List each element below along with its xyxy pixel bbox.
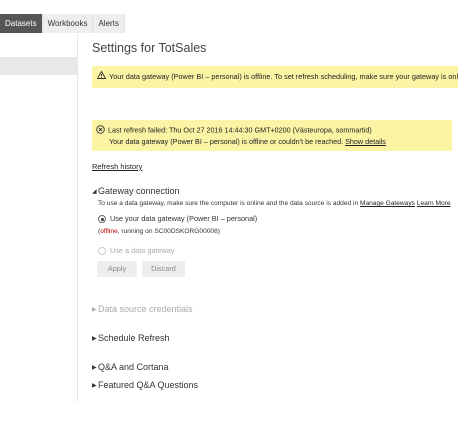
featured-title: Featured Q&A Questions bbox=[98, 380, 199, 390]
warning-text: Your data gateway (Power BI – personal) … bbox=[109, 72, 458, 81]
offline-status: offline bbox=[100, 228, 118, 235]
option-personal-gateway[interactable]: Use your data gateway (Power BI – person… bbox=[98, 214, 258, 224]
gateway-connection-header[interactable]: ◢Gateway connection bbox=[92, 186, 180, 196]
qna-title: Q&A and Cortana bbox=[98, 362, 169, 372]
tab-alerts[interactable]: Alerts bbox=[93, 14, 125, 33]
schedule-refresh-header[interactable]: ▶Schedule Refresh bbox=[92, 333, 170, 343]
show-details-link[interactable]: Show details bbox=[345, 137, 386, 146]
qna-cortana-header[interactable]: ▶Q&A and Cortana bbox=[92, 362, 169, 372]
page-title: Settings for TotSales bbox=[92, 41, 207, 55]
sidebar-divider bbox=[77, 34, 78, 402]
option-personal-label: Use your data gateway (Power BI – person… bbox=[110, 214, 258, 223]
discard-button[interactable]: Discard bbox=[142, 261, 185, 277]
error-circle-icon bbox=[96, 125, 105, 136]
sidebar-item-selected[interactable] bbox=[0, 57, 77, 75]
option-data-label: Use a data gateway bbox=[110, 246, 175, 255]
status-machine: , running on SC00DSKORG00008) bbox=[117, 228, 220, 235]
refresh-history-link[interactable]: Refresh history bbox=[92, 162, 142, 171]
gateway-description: To use a data gateway, make sure the com… bbox=[98, 200, 451, 207]
tab-datasets[interactable]: Datasets bbox=[0, 14, 43, 33]
error-line-2: Your data gateway (Power BI – personal) … bbox=[109, 137, 344, 146]
warning-icon bbox=[96, 66, 107, 88]
tab-bar: Datasets Workbooks Alerts bbox=[0, 14, 125, 33]
gateway-status: (offline, running on SC00DSKORG00008) bbox=[98, 228, 220, 235]
radio-data-gateway[interactable] bbox=[98, 247, 106, 256]
schedule-title: Schedule Refresh bbox=[98, 333, 170, 343]
gateway-offline-warning: Your data gateway (Power BI – personal) … bbox=[92, 66, 458, 88]
learn-more-link[interactable]: Learn More bbox=[417, 200, 451, 207]
manage-gateways-link[interactable]: Manage Gateways bbox=[360, 200, 415, 207]
featured-qna-header[interactable]: ▶Featured Q&A Questions bbox=[92, 380, 198, 390]
data-source-credentials-header[interactable]: ▶Data source credentials bbox=[92, 304, 193, 314]
radio-personal-gateway[interactable] bbox=[98, 215, 106, 224]
apply-button[interactable]: Apply bbox=[97, 261, 137, 277]
data-source-title: Data source credentials bbox=[98, 304, 193, 314]
refresh-error-banner: Last refresh failed: Thu Oct 27 2016 14:… bbox=[92, 120, 452, 151]
option-data-gateway[interactable]: Use a data gateway bbox=[98, 246, 175, 256]
gateway-connection-title: Gateway connection bbox=[98, 186, 180, 196]
error-line-1: Last refresh failed: Thu Oct 27 2016 14:… bbox=[108, 125, 372, 135]
tab-workbooks[interactable]: Workbooks bbox=[42, 14, 94, 33]
gateway-desc-text: To use a data gateway, make sure the com… bbox=[98, 200, 359, 207]
